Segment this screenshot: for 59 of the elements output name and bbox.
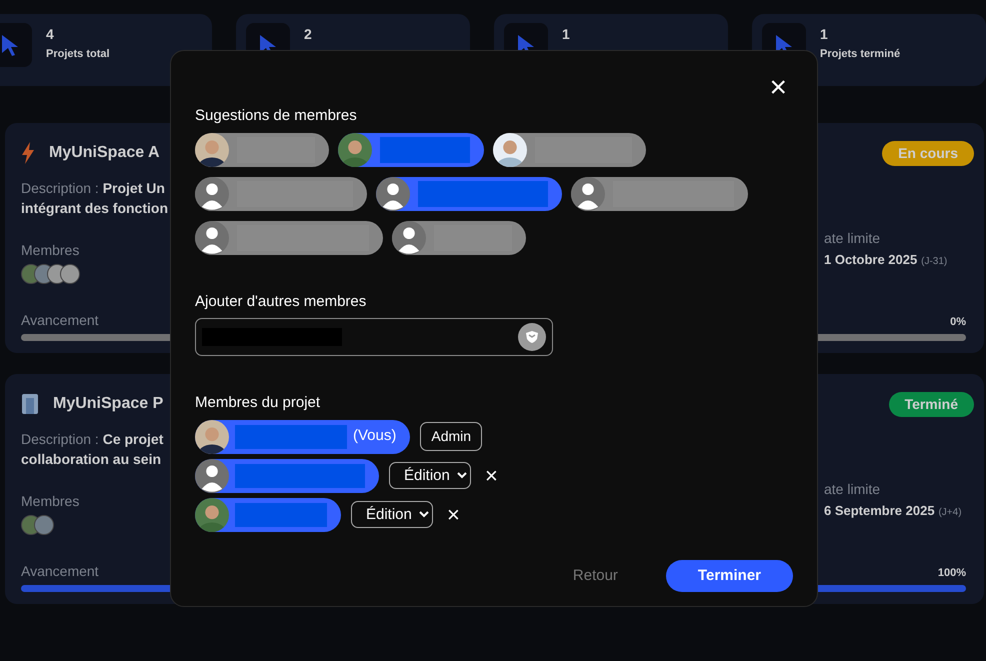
back-button[interactable]: Retour xyxy=(566,564,624,588)
role-select[interactable]: Édition xyxy=(351,501,433,528)
avatar-icon xyxy=(376,176,410,210)
project-title: MyUniSpace P xyxy=(53,394,164,414)
you-label: (Vous) xyxy=(353,426,396,446)
section-title: Ajouter d'autres membres xyxy=(195,292,366,312)
stat-label: Projets total xyxy=(46,47,110,62)
avatar-icon xyxy=(392,220,426,254)
stat-value: 2 xyxy=(304,27,312,42)
section-title: Membres du projet xyxy=(195,393,320,413)
shield-icon xyxy=(525,330,539,344)
avatar-icon xyxy=(195,458,229,492)
deadline-countdown: (J+4) xyxy=(938,507,962,518)
progress-percent: 0% xyxy=(950,315,966,330)
role-select[interactable]: Édition xyxy=(389,462,471,489)
remove-button[interactable]: × xyxy=(481,464,502,486)
deadline-countdown: (J-31) xyxy=(921,256,948,267)
project-title: MyUniSpace A xyxy=(49,143,160,163)
role-badge[interactable]: Admin xyxy=(420,422,482,451)
avatar-icon xyxy=(338,132,372,166)
finish-button[interactable]: Terminer xyxy=(666,560,793,592)
stat-value: 4 xyxy=(46,27,54,42)
members-label: Membres xyxy=(21,492,80,511)
progress-label: Avancement xyxy=(21,310,99,330)
shield-button[interactable] xyxy=(518,323,546,351)
status-badge: Terminé xyxy=(888,392,974,417)
avatar-icon xyxy=(195,176,229,210)
avatar-icon xyxy=(195,420,229,454)
project-description: Description : Ce projet xyxy=(21,430,164,449)
stat-value: 1 xyxy=(820,27,828,42)
progress-label: Avancement xyxy=(21,562,99,580)
avatar-icon xyxy=(195,498,229,532)
deadline-label: ate limite xyxy=(824,229,880,248)
remove-button[interactable]: × xyxy=(443,504,464,526)
member-suggestion-chip[interactable] xyxy=(376,176,562,210)
member-avatar xyxy=(34,515,54,536)
project-description: Description : Projet Un xyxy=(21,179,165,198)
cursor-icon xyxy=(0,34,20,56)
deadline-date: 1 Octobre 2025 xyxy=(824,252,918,267)
stat-value: 1 xyxy=(562,27,570,42)
avatar-icon xyxy=(195,132,229,166)
avatar-icon xyxy=(493,132,527,166)
avatar-icon xyxy=(571,176,605,210)
building-icon xyxy=(21,393,39,415)
stat-label: Projets terminé xyxy=(820,47,900,62)
project-description: collaboration au sein xyxy=(21,450,162,469)
status-badge: En cours xyxy=(882,141,974,166)
progress-percent: 100% xyxy=(938,566,966,581)
deadline-label: ate limite xyxy=(824,480,880,499)
project-description: intégrant des fonction xyxy=(21,198,168,218)
close-button[interactable]: × xyxy=(765,73,791,103)
members-label: Membres xyxy=(21,240,80,260)
bolt-icon xyxy=(21,142,35,164)
member-suggestion-chip[interactable] xyxy=(338,132,484,166)
deadline-date: 6 Septembre 2025 xyxy=(824,503,935,518)
member-avatar xyxy=(60,264,80,284)
member-search-field[interactable] xyxy=(195,318,553,356)
section-title: Sugestions de membres xyxy=(195,106,357,126)
avatar-icon xyxy=(195,220,229,254)
